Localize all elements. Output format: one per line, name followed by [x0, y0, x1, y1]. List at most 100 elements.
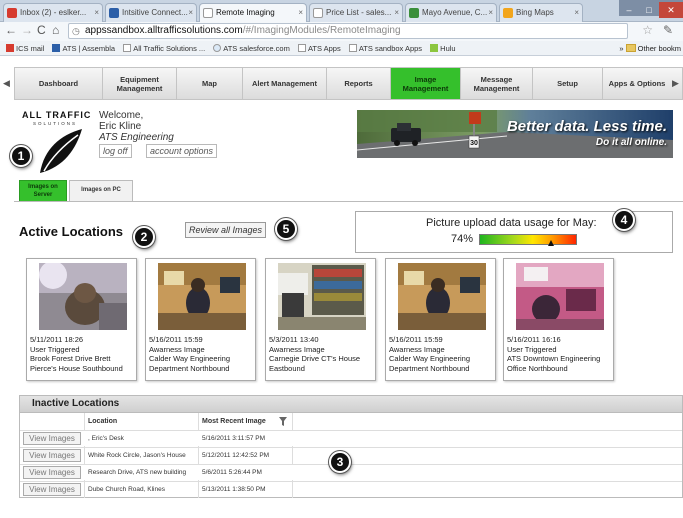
close-window-icon[interactable]: ✕ [659, 2, 683, 18]
bookmark-item[interactable]: ATS Apps [297, 41, 341, 55]
bookmark-star-icon[interactable]: ☆ [642, 23, 653, 37]
view-images-button[interactable]: View Images [23, 466, 81, 479]
most-recent-image-cell: 5/12/2011 12:42:52 PM [202, 452, 270, 459]
log-off-button[interactable]: log off [99, 144, 132, 158]
close-tab-icon[interactable]: × [394, 4, 399, 21]
bookmark-label: ATS salesforce.com [223, 44, 290, 53]
tab-images-on-server[interactable]: Images on Server [19, 180, 67, 202]
location-cell: Research Drive, ATS new building [88, 469, 187, 476]
nav-image-management[interactable]: Image Management [391, 68, 461, 99]
bookmark-item[interactable]: ATS sandbox Apps [348, 41, 422, 55]
nav-dashboard[interactable]: Dashboard [15, 68, 103, 99]
location-card[interactable]: 5/16/2011 15:59 Awarness Image Calder Way … [385, 258, 496, 381]
column-header-most-recent-image[interactable]: Most Recent Image [202, 415, 266, 428]
page-favicon-icon [313, 8, 323, 18]
location-thumbnail[interactable] [278, 263, 366, 330]
bookmark-item[interactable]: Hulu [430, 41, 456, 55]
other-bookmarks[interactable]: » Other bookm [619, 41, 681, 55]
inactive-locations-header: Inactive Locations [20, 396, 682, 413]
banner-slogan: Better data. Less time. [506, 118, 667, 135]
url-input[interactable]: ◷ appssandbox.alltrafficsolutions.com/#/… [68, 23, 628, 39]
nav-equipment-management[interactable]: Equipment Management [103, 68, 177, 99]
banner-subslogan: Do it all online. [595, 137, 667, 148]
nav-reports[interactable]: Reports [327, 68, 391, 99]
nav-apps-options[interactable]: Apps & Options [603, 68, 671, 99]
cloud-icon [213, 44, 222, 52]
assembla-icon [52, 44, 61, 52]
browser-tab-active[interactable]: Remote Imaging × [199, 3, 307, 22]
view-images-button[interactable]: View Images [23, 432, 81, 445]
subtab-label: Images on PC [81, 187, 121, 193]
location-cell: White Rock Circle, Jason's House [88, 452, 186, 459]
bookmark-item[interactable]: ICS mail [6, 41, 44, 55]
subtab-label: Images on Server [28, 184, 58, 198]
view-images-button[interactable]: View Images [23, 449, 81, 462]
reload-icon[interactable]: C [37, 23, 46, 37]
location-card-meta: 5/16/2011 16:16 User Triggered ATS Downtow… [507, 335, 600, 373]
wrench-menu-icon[interactable]: ✎ [663, 23, 673, 37]
url-host: appssandbox.alltrafficsolutions.com [85, 25, 243, 36]
minimize-icon[interactable]: – [619, 2, 639, 18]
main-nav: Dashboard Equipment Management Map Alert… [14, 67, 683, 100]
location-thumbnail[interactable] [39, 263, 127, 330]
image-type: User Triggered [507, 344, 557, 354]
filter-icon[interactable] [279, 417, 287, 426]
maps-favicon-icon [409, 8, 419, 18]
bookmark-label: ATS | Assembla [62, 44, 116, 53]
nav-alert-management[interactable]: Alert Management [243, 68, 327, 99]
account-options-button[interactable]: account options [146, 144, 218, 158]
location-card[interactable]: 5/16/2011 16:16 User Triggered ATS Downtow… [503, 258, 614, 381]
table-row: View Images White Rock Circle, Jason's Ho… [20, 447, 682, 463]
most-recent-image-cell: 5/13/2011 1:38:50 PM [202, 486, 266, 493]
browser-tab[interactable]: Intsitive Connect... × [105, 3, 197, 22]
nav-scroll-left-icon[interactable]: ◀ [3, 78, 10, 89]
column-header-location[interactable]: Location [88, 415, 117, 428]
location-card[interactable]: 5/11/2011 18:26 User Triggered Brook Fores… [26, 258, 137, 381]
view-images-button[interactable]: View Images [23, 483, 81, 496]
user-company: ATS Engineering [99, 132, 174, 143]
location-card[interactable]: 5/16/2011 15:59 Awarness Image Calder Way … [145, 258, 256, 381]
nav-message-management[interactable]: Message Management [461, 68, 533, 99]
review-all-images-button[interactable]: Review all Images [185, 222, 267, 238]
close-tab-icon[interactable]: × [488, 4, 493, 21]
callout-marker: 1 [10, 145, 32, 167]
callout-marker: 2 [133, 226, 155, 248]
close-tab-icon[interactable]: × [94, 4, 99, 21]
browser-tab[interactable]: Price List - sales... × [309, 3, 403, 22]
forward-icon[interactable]: → [21, 23, 33, 37]
nav-label: Apps & Options [608, 79, 666, 88]
location-thumbnail[interactable] [158, 263, 246, 330]
folder-icon [625, 44, 636, 52]
nav-label: Map [202, 79, 217, 88]
browser-tab[interactable]: Bing Maps × [499, 3, 583, 22]
close-tab-icon[interactable]: × [574, 4, 579, 21]
page-icon [123, 44, 132, 52]
nav-label: Image Management [402, 74, 449, 93]
nav-scroll-right-icon[interactable]: ▶ [672, 78, 679, 89]
tab-images-on-pc[interactable]: Images on PC [69, 180, 133, 202]
location-card[interactable]: 5/3/2011 13:40 Awarness Image Carnegie Dri… [265, 258, 376, 381]
location-thumbnail[interactable] [516, 263, 604, 330]
promo-banner: 30 Better data. Less time. Do it all onl… [357, 110, 673, 158]
page-info-icon: ◷ [72, 26, 80, 36]
browser-tab[interactable]: Inbox (2) - eslker... × [3, 3, 103, 22]
location-card-meta: 5/16/2011 15:59 Awarness Image Calder Way … [149, 335, 230, 373]
back-icon[interactable]: ← [5, 23, 17, 37]
maximize-icon[interactable]: □ [639, 2, 659, 18]
bookmarks-bar: ICS mail ATS | Assembla All Traffic Solu… [0, 41, 683, 56]
bookmark-item[interactable]: ATS | Assembla [52, 41, 116, 55]
home-icon[interactable]: ⌂ [52, 23, 59, 37]
location-card-meta: 5/11/2011 18:26 User Triggered Brook Fores… [30, 335, 123, 373]
location-name: Calder Way Engineering [389, 354, 471, 363]
nav-label: Dashboard [38, 79, 79, 88]
browser-tab[interactable]: Mayo Avenue, C... × [405, 3, 497, 22]
nav-map[interactable]: Map [177, 68, 243, 99]
location-card-meta: 5/3/2011 13:40 Awarness Image Carnegie Dri… [269, 335, 360, 373]
bookmark-item[interactable]: All Traffic Solutions ... [123, 41, 205, 55]
location-thumbnail[interactable] [398, 263, 486, 330]
nav-setup[interactable]: Setup [533, 68, 603, 99]
nav-label: Alert Management [251, 79, 317, 88]
close-tab-icon[interactable]: × [298, 4, 303, 21]
bookmark-item[interactable]: ATS salesforce.com [213, 41, 290, 55]
close-tab-icon[interactable]: × [188, 4, 193, 21]
